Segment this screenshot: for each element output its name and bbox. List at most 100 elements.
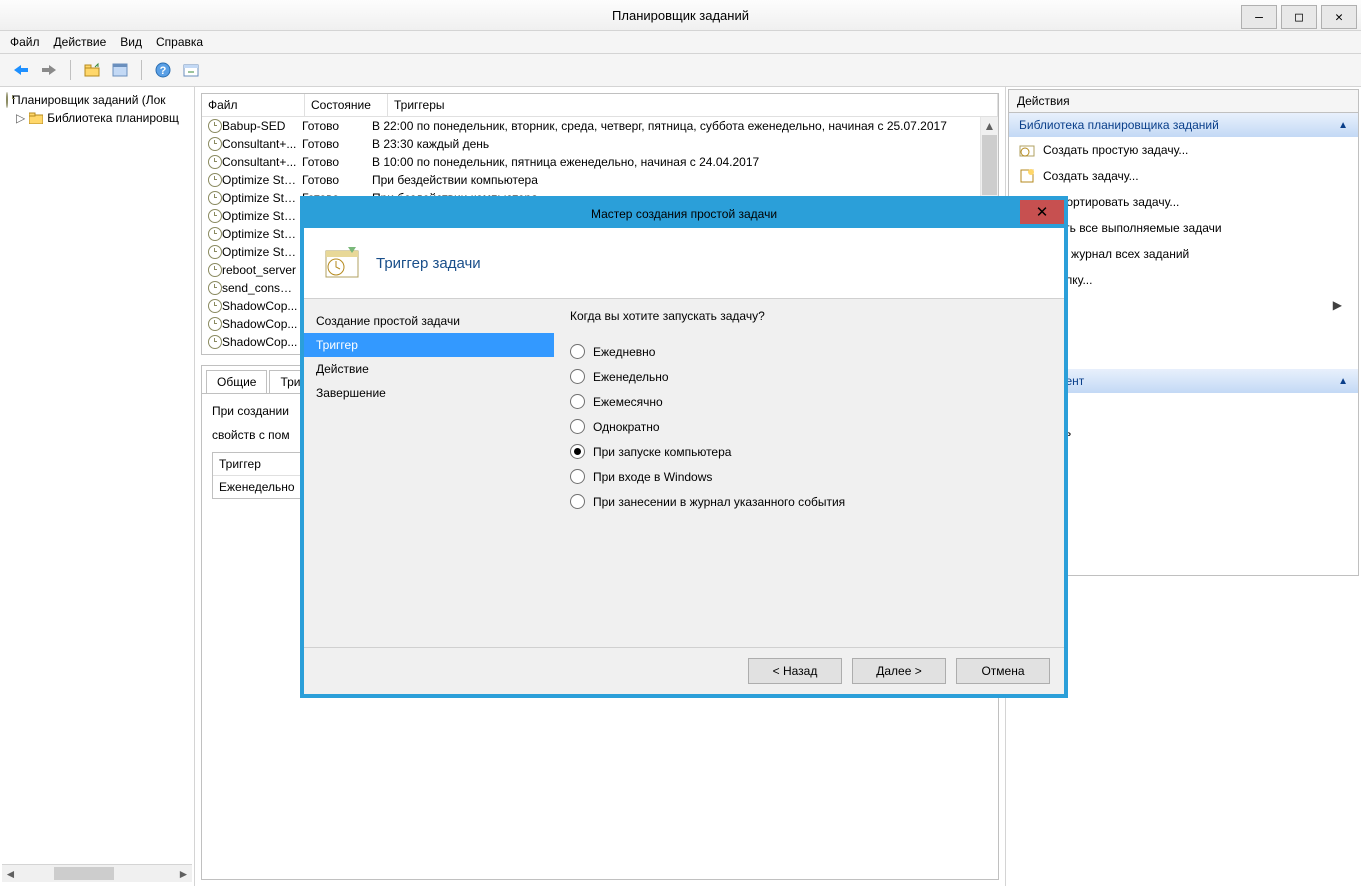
next-button[interactable]: Далее >	[852, 658, 946, 684]
option-label: Однократно	[593, 420, 660, 434]
tree-root-label: Планировщик заданий (Лок	[12, 93, 166, 107]
radio-icon[interactable]	[570, 444, 585, 459]
up-button[interactable]	[81, 59, 103, 81]
clock-icon	[208, 191, 222, 205]
clock-icon	[208, 317, 222, 331]
task-wizard-icon	[322, 243, 362, 283]
task-row[interactable]: Consultant+...ГотовоВ 23:30 каждый день	[202, 135, 998, 153]
trigger-option[interactable]: При занесении в журнал указанного событи…	[570, 489, 1048, 514]
new-task-icon	[1019, 168, 1035, 184]
task-name: Optimize Sta...	[222, 245, 302, 259]
wizard-header: Триггер задачи	[304, 228, 1064, 299]
clock-icon	[208, 173, 222, 187]
radio-icon[interactable]	[570, 419, 585, 434]
cancel-button[interactable]: Отмена	[956, 658, 1050, 684]
tab-general[interactable]: Общие	[206, 370, 267, 393]
task-trigger: При бездействии компьютера	[372, 173, 992, 187]
back-button[interactable]	[10, 59, 32, 81]
option-label: При занесении в журнал указанного событи…	[593, 495, 845, 509]
wizard-step-create[interactable]: Создание простой задачи	[304, 309, 554, 333]
wizard-title: Мастер создания простой задачи	[591, 207, 777, 221]
task-row[interactable]: Consultant+...ГотовоВ 10:00 по понедельн…	[202, 153, 998, 171]
chevron-right-icon: ▶	[1333, 298, 1342, 312]
clock-icon	[208, 245, 222, 259]
expand-icon[interactable]: ▷	[16, 111, 25, 125]
tree-library[interactable]: ▷ Библиотека планировщ	[2, 109, 192, 127]
clock-icon	[208, 209, 222, 223]
action-label: Создать простую задачу...	[1043, 143, 1188, 157]
option-label: Ежедневно	[593, 345, 655, 359]
task-trigger: В 10:00 по понедельник, пятница еженедел…	[372, 155, 992, 169]
col-file[interactable]: Файл	[202, 94, 305, 116]
wizard-titlebar[interactable]: Мастер создания простой задачи ✕	[304, 200, 1064, 228]
radio-icon[interactable]	[570, 394, 585, 409]
col-triggers[interactable]: Триггеры	[388, 94, 998, 116]
col-state[interactable]: Состояние	[305, 94, 388, 116]
tree-root[interactable]: Планировщик заданий (Лок	[2, 91, 192, 109]
clock-icon	[208, 155, 222, 169]
wizard-step-action[interactable]: Действие	[304, 357, 554, 381]
collapse-icon: ▲	[1338, 120, 1348, 131]
task-name: Optimize Sta...	[222, 173, 302, 187]
clock-icon	[208, 299, 222, 313]
menu-action[interactable]: Действие	[54, 35, 107, 49]
task-name: Babup-SED	[222, 119, 302, 133]
trigger-option[interactable]: Однократно	[570, 414, 1048, 439]
menu-view[interactable]: Вид	[120, 35, 142, 49]
folder-icon	[29, 112, 43, 124]
scroll-up-icon[interactable]: ▲	[981, 117, 998, 134]
menubar: Файл Действие Вид Справка	[0, 31, 1361, 54]
task-name: Consultant+...	[222, 155, 302, 169]
tree-library-label: Библиотека планировщ	[47, 111, 179, 125]
menu-file[interactable]: Файл	[10, 35, 40, 49]
tree-hscrollbar[interactable]: ◄ ►	[2, 864, 192, 882]
actions-section-library[interactable]: Библиотека планировщика заданий ▲	[1009, 113, 1358, 137]
task-state: Готово	[302, 155, 372, 169]
close-button[interactable]: ✕	[1321, 5, 1357, 29]
properties-button[interactable]	[109, 59, 131, 81]
menu-help[interactable]: Справка	[156, 35, 203, 49]
task-state: Готово	[302, 173, 372, 187]
wizard-step-finish[interactable]: Завершение	[304, 381, 554, 405]
trigger-option[interactable]: Ежемесячно	[570, 389, 1048, 414]
wizard-dialog: Мастер создания простой задачи ✕ Триггер…	[300, 196, 1068, 698]
back-button[interactable]: < Назад	[748, 658, 842, 684]
actions-title: Действия	[1008, 89, 1359, 113]
minimize-button[interactable]: —	[1241, 5, 1277, 29]
radio-icon[interactable]	[570, 369, 585, 384]
task-name: Optimize Sta...	[222, 191, 302, 205]
clock-icon	[208, 263, 222, 277]
trigger-option[interactable]: Ежедневно	[570, 339, 1048, 364]
clock-icon	[208, 137, 222, 151]
action-label: Создать задачу...	[1043, 169, 1139, 183]
action-item[interactable]: Создать задачу...	[1009, 163, 1358, 189]
wizard-step-trigger[interactable]: Триггер	[304, 333, 554, 357]
radio-icon[interactable]	[570, 344, 585, 359]
task-row[interactable]: Babup-SEDГотовоВ 22:00 по понедельник, в…	[202, 117, 998, 135]
separator	[141, 60, 142, 80]
maximize-button[interactable]: □	[1281, 5, 1317, 29]
scroll-left-icon[interactable]: ◄	[2, 865, 19, 882]
radio-icon[interactable]	[570, 494, 585, 509]
clock-icon	[208, 281, 222, 295]
option-label: При запуске компьютера	[593, 445, 731, 459]
help-button[interactable]: ?	[152, 59, 174, 81]
titlebar: Планировщик заданий — □ ✕	[0, 0, 1361, 31]
task-name: Optimize Sta...	[222, 227, 302, 241]
actions-section-library-label: Библиотека планировщика заданий	[1019, 118, 1219, 132]
task-trigger: В 23:30 каждый день	[372, 137, 992, 151]
task-row[interactable]: Optimize Sta...ГотовоПри бездействии ком…	[202, 171, 998, 189]
task-name: send_consul...	[222, 281, 302, 295]
trigger-option[interactable]: При входе в Windows	[570, 464, 1048, 489]
task-trigger: В 22:00 по понедельник, вторник, среда, …	[372, 119, 992, 133]
radio-icon[interactable]	[570, 469, 585, 484]
action-item[interactable]: Создать простую задачу...	[1009, 137, 1358, 163]
trigger-option[interactable]: При запуске компьютера	[570, 439, 1048, 464]
wizard-close-button[interactable]: ✕	[1020, 200, 1064, 224]
trigger-option[interactable]: Еженедельно	[570, 364, 1048, 389]
wizard-heading: Триггер задачи	[376, 255, 481, 272]
scroll-right-icon[interactable]: ►	[175, 865, 192, 882]
calendar-button[interactable]	[180, 59, 202, 81]
forward-button[interactable]	[38, 59, 60, 81]
task-name: ShadowCop...	[222, 317, 302, 331]
